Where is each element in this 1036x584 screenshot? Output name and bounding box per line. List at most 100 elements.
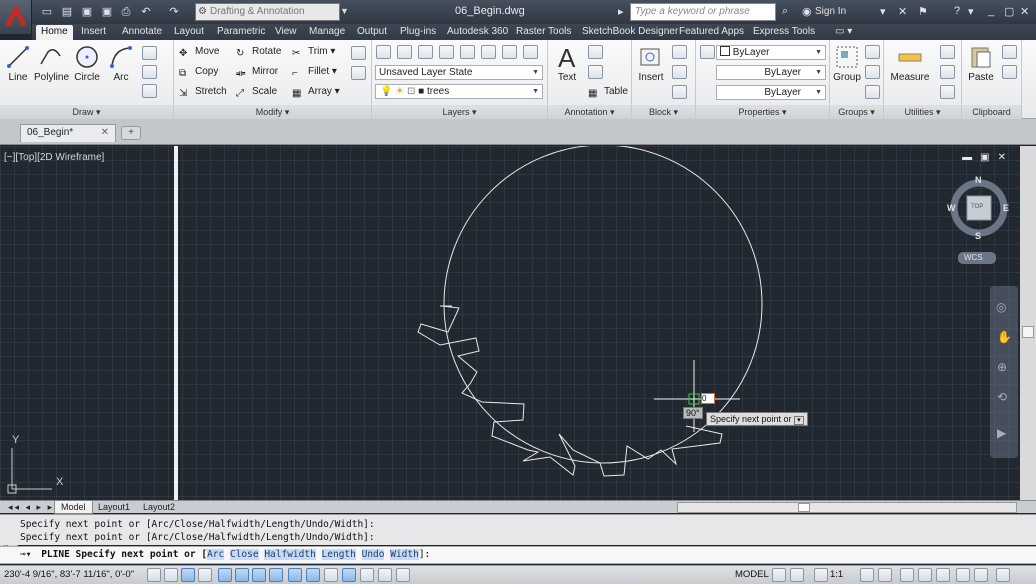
text-button[interactable]: A Text (552, 44, 582, 83)
horizontal-scroll-thumb[interactable] (798, 503, 810, 512)
help-dropdown-icon[interactable]: ▾ (968, 5, 974, 18)
transparency-icon[interactable] (342, 568, 356, 582)
array-button[interactable]: ▦ Array ▾ (292, 86, 340, 100)
dynamic-input-field[interactable]: 0 (701, 393, 715, 404)
stretch-button[interactable]: ⇲ Stretch (179, 86, 227, 100)
grid-display-icon[interactable] (181, 568, 195, 582)
annotation-panel-title[interactable]: Annotation ▾ (548, 105, 631, 119)
compass-south[interactable]: S (975, 231, 981, 241)
line-button[interactable]: Line (4, 44, 32, 83)
modify-panel-title[interactable]: Modify ▾ (174, 105, 371, 119)
tab-raster-tools[interactable]: Raster Tools (511, 25, 576, 40)
option-undo[interactable]: Undo (361, 549, 385, 560)
dynamic-ucs-icon[interactable] (288, 568, 302, 582)
cut-icon[interactable] (1002, 45, 1017, 59)
tab-layout2[interactable]: Layout2 (137, 501, 181, 514)
close-tab-icon[interactable]: ✕ (101, 125, 109, 141)
properties-panel-title[interactable]: Properties ▾ (696, 105, 829, 119)
clipboard-panel-title[interactable]: Clipboard (962, 105, 1021, 119)
model-space-toggle[interactable]: MODEL (735, 569, 769, 580)
help-icon[interactable]: ? (954, 5, 960, 17)
group-button[interactable]: Group (832, 44, 862, 83)
create-block-icon[interactable] (672, 45, 687, 59)
polyline-button[interactable]: Polyline (34, 44, 69, 83)
compass-west[interactable]: W (947, 203, 956, 213)
stay-connected-icon[interactable]: ⚑ (918, 5, 928, 18)
undo-icon[interactable]: ↶ (139, 5, 153, 19)
save-icon[interactable]: ▣ (80, 5, 94, 19)
command-line[interactable]: ⊸▾ PLINE Specify next point or [Arc Clos… (0, 546, 1036, 564)
workspace-dropdown[interactable]: ⚙ Drafting & Annotation (195, 3, 340, 21)
tab-parametric[interactable]: Parametric (212, 25, 270, 40)
layer-isolate-icon[interactable] (460, 45, 475, 59)
erase-icon[interactable] (351, 46, 366, 60)
open-file-icon[interactable]: ▤ (60, 5, 74, 19)
layer-freeze-icon[interactable] (502, 45, 517, 59)
arc-button[interactable]: Arc (106, 44, 136, 83)
tab-manage[interactable]: Manage (304, 25, 350, 40)
rotate-button[interactable]: ↻ Rotate (236, 46, 281, 60)
object-snap-tracking-icon[interactable] (269, 568, 283, 582)
annotation-visibility-icon[interactable] (860, 568, 874, 582)
move-button[interactable]: ✥ Move (179, 46, 219, 60)
lineweight-dropdown[interactable]: ByLayer (716, 85, 826, 100)
circle-button[interactable]: Circle (72, 44, 102, 83)
mirror-button[interactable]: ⟚ Mirror (236, 66, 278, 80)
polar-tracking-icon[interactable] (218, 568, 232, 582)
minimize-icon[interactable]: _ (988, 5, 994, 17)
tab-plug-ins[interactable]: Plug-ins (395, 25, 441, 40)
ellipse-icon[interactable] (142, 65, 157, 79)
clean-screen-icon[interactable] (996, 568, 1010, 582)
showmotion-icon[interactable]: ▶ (997, 426, 1006, 440)
edit-attributes-icon[interactable] (672, 85, 687, 99)
save-as-icon[interactable]: ▣ (100, 5, 114, 19)
layer-state-dropdown[interactable]: Unsaved Layer State (375, 65, 543, 80)
option-length[interactable]: Length (321, 549, 356, 560)
user-icon[interactable]: ◉ (802, 5, 812, 18)
tab-insert[interactable]: Insert (76, 25, 111, 40)
option-width[interactable]: Width (390, 549, 419, 560)
navigation-bar[interactable]: ◎ ✋ ⊕ ⟲ ▶ (990, 286, 1018, 458)
tab-autodesk-360[interactable]: Autodesk 360 (442, 25, 513, 40)
command-prompt-icon[interactable]: ⊸▾ (20, 549, 31, 560)
option-arc[interactable]: Arc (207, 549, 225, 560)
layer-unisolate-icon[interactable] (481, 45, 496, 59)
leader-icon[interactable] (588, 65, 603, 79)
copy-button[interactable]: ⧉ Copy (179, 66, 218, 80)
layer-off-icon[interactable] (523, 45, 538, 59)
selection-cycling-icon[interactable] (378, 568, 392, 582)
select-all-icon[interactable] (940, 65, 955, 79)
quick-select-icon[interactable] (940, 45, 955, 59)
layers-panel-title[interactable]: Layers ▾ (372, 105, 547, 119)
vertical-scroll-thumb[interactable] (1022, 326, 1034, 338)
search-binoculars-icon[interactable]: ⌕ (782, 5, 788, 18)
layer-dropdown[interactable]: 💡 ☀ ⊡ ■ trees (375, 84, 543, 99)
trim-button[interactable]: ✂ Trim ▾ (292, 46, 335, 60)
application-status-icon[interactable] (974, 568, 988, 582)
tab-layout1[interactable]: Layout1 (92, 501, 136, 514)
group-edit-icon[interactable] (865, 65, 880, 79)
lineweight-icon[interactable] (324, 568, 338, 582)
tab-home[interactable]: Home (36, 25, 73, 40)
tab-featured-apps[interactable]: Featured Apps (674, 25, 749, 40)
ungroup-icon[interactable] (865, 45, 880, 59)
auto-scale-icon[interactable] (878, 568, 892, 582)
compass-north[interactable]: N (975, 175, 982, 185)
redo-icon[interactable]: ↷ (167, 5, 181, 19)
layer-match-icon[interactable] (418, 45, 433, 59)
scale-button[interactable]: ⤢ Scale (236, 86, 277, 100)
hardware-acceleration-icon[interactable] (936, 568, 950, 582)
rectangle-icon[interactable] (142, 46, 157, 60)
coordinates-readout[interactable]: 230'-4 9/16", 83'-7 11/16", 0'-0" (4, 569, 134, 580)
pan-icon[interactable]: ✋ (997, 330, 1012, 344)
calculator-icon[interactable] (940, 85, 955, 99)
snap-mode-icon[interactable] (164, 568, 178, 582)
new-tab-button[interactable]: + (121, 126, 141, 140)
block-panel-title[interactable]: Block ▾ (632, 105, 695, 119)
zoom-icon[interactable]: ⊕ (997, 360, 1007, 374)
tab-sketchbook-designer[interactable]: SketchBook Designer (577, 25, 683, 40)
orbit-icon[interactable]: ⟲ (997, 390, 1007, 404)
annotation-scale-icon[interactable] (814, 568, 828, 582)
sign-in-link[interactable]: Sign In (815, 6, 846, 17)
quick-view-layouts-icon[interactable] (772, 568, 786, 582)
